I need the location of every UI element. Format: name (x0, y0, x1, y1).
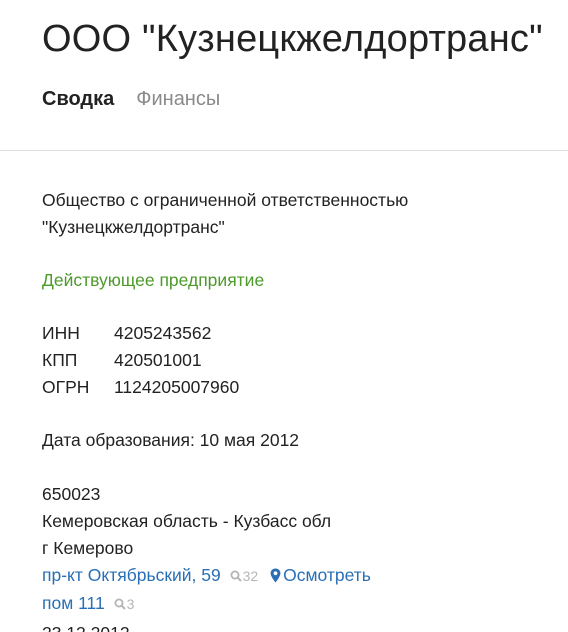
postal-code: 650023 (42, 484, 101, 504)
registration-codes: ИНН 4205243562 КПП 420501001 ОГРН 112420… (42, 320, 548, 401)
address-city: г Кемерово (42, 538, 134, 558)
full-name-line-1: Общество с ограниченной ответственностью (42, 190, 409, 210)
tab-summary[interactable]: Сводка (42, 88, 114, 111)
inn-value: 4205243562 (114, 323, 212, 343)
inn-label: ИНН (42, 323, 80, 343)
ogrn-label: ОГРН (42, 377, 90, 397)
search-icon (230, 570, 242, 582)
tab-finance[interactable]: Финансы (136, 88, 220, 111)
founded-date: Дата образования: 10 мая 2012 (42, 430, 300, 450)
kpp-label: КПП (42, 350, 78, 370)
view-on-map-link[interactable]: Осмотреть (270, 565, 371, 585)
address-block: 650023 Кемеровская область - Кузбасс обл… (42, 481, 548, 632)
status-badge: Действующее предприятие (42, 270, 265, 290)
ogrn-row: ОГРН 1124205007960 (42, 374, 548, 401)
address-date: 23.12.2012 (42, 620, 548, 632)
ogrn-value: 1124205007960 (114, 377, 240, 397)
address-region: Кемеровская область - Кузбасс обл (42, 511, 332, 531)
page-title: ООО "Кузнецкжелдортранс" (42, 18, 543, 60)
street-link[interactable]: пр-кт Октябрьский, 59 (42, 565, 221, 585)
kpp-row: КПП 420501001 (42, 347, 548, 374)
search-icon (114, 598, 126, 610)
street-search-count-value: 32 (242, 568, 259, 584)
inn-row: ИНН 4205243562 (42, 320, 548, 347)
address-office-row: пом 111 3 (42, 590, 548, 618)
office-search-count[interactable]: 3 (114, 596, 135, 612)
map-pin-icon (270, 568, 281, 583)
office-search-count-value: 3 (126, 596, 135, 612)
page-header: ООО "Кузнецкжелдортранс" Сводка Финансы (0, 0, 568, 151)
tab-bar: Сводка Финансы (42, 88, 548, 111)
office-link[interactable]: пом 111 (42, 593, 105, 613)
full-name-line-2: "Кузнецкжелдортранс" (42, 217, 225, 237)
kpp-value: 420501001 (114, 350, 202, 370)
street-search-count[interactable]: 32 (230, 568, 262, 584)
summary-content: Общество с ограниченной ответственностью… (0, 151, 568, 632)
view-on-map-label: Осмотреть (283, 565, 371, 585)
company-full-name: Общество с ограниченной ответственностью… (42, 187, 548, 241)
address-street-row: пр-кт Октябрьский, 59 32 Осмотреть (42, 562, 548, 590)
